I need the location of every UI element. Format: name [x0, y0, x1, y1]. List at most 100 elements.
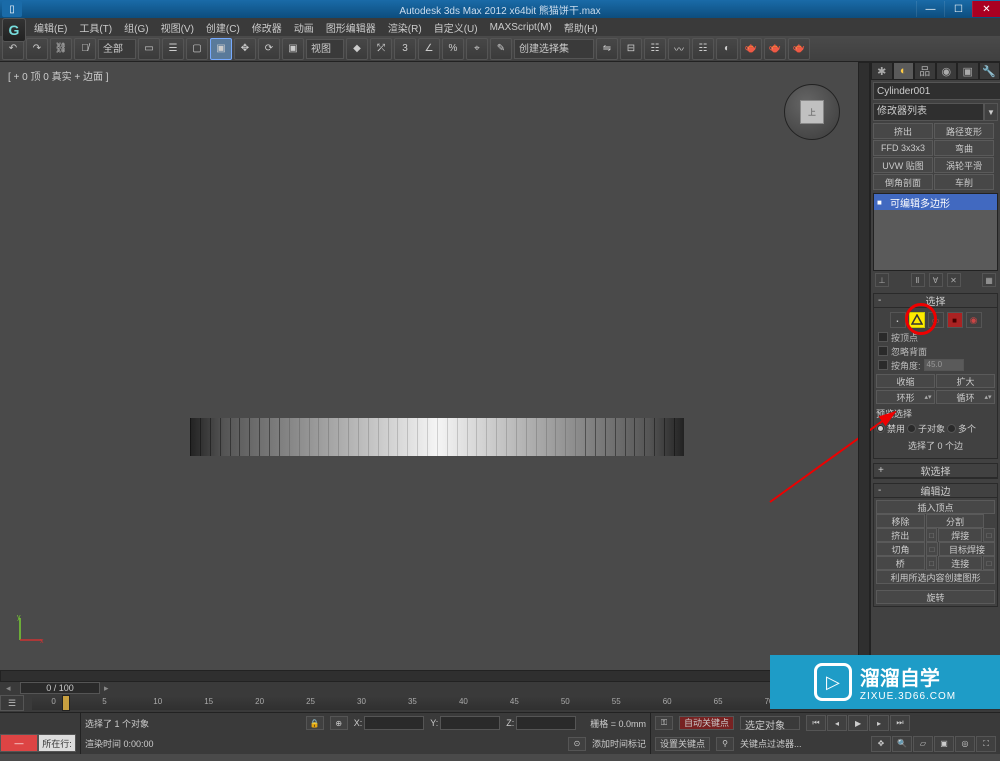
close-button[interactable]: ✕ — [972, 1, 1000, 17]
menu-create[interactable]: 创建(C) — [202, 20, 244, 35]
modify-tab[interactable]: ◐ — [893, 62, 915, 80]
chamfer-button[interactable]: 切角 — [876, 542, 925, 556]
configure-sets-button[interactable]: ▦ — [982, 273, 996, 287]
time-tags-button[interactable]: ⊙ — [568, 737, 586, 751]
connect-button[interactable]: 连接 — [938, 556, 982, 570]
polygon-mode-button[interactable] — [947, 312, 963, 328]
render-button[interactable]: 🫖 — [788, 38, 810, 60]
render-setup-button[interactable]: 🫖 — [740, 38, 762, 60]
remove-button[interactable]: 移除 — [876, 514, 925, 528]
rotate-button[interactable]: ⟳ — [258, 38, 280, 60]
nav-orbit-button[interactable]: ◎ — [955, 736, 975, 752]
goto-end-button[interactable]: ⏭ — [890, 715, 910, 731]
modifier-list-dropdown[interactable]: 修改器列表 ▼ — [873, 103, 998, 121]
bridge-button[interactable]: 桥 — [876, 556, 925, 570]
viewcube[interactable]: 上 — [784, 84, 840, 140]
viewcube-face[interactable]: 上 — [800, 100, 824, 124]
nav-pan-button[interactable]: ✥ — [871, 736, 891, 752]
next-frame-button[interactable]: ▸ — [869, 715, 889, 731]
schematic-button[interactable]: ☷ — [692, 38, 714, 60]
preview-off-radio[interactable] — [876, 424, 885, 433]
goto-start-button[interactable]: ⏮ — [806, 715, 826, 731]
move-button[interactable]: ✥ — [234, 38, 256, 60]
edit-edges-header[interactable]: 编辑边 — [874, 484, 997, 498]
edge-mode-button[interactable] — [909, 312, 925, 328]
weld-button[interactable]: 焊接 — [938, 528, 982, 542]
menu-animation[interactable]: 动画 — [290, 20, 318, 35]
redo-button[interactable]: ↷ — [26, 38, 48, 60]
create-tab[interactable]: ✱ — [871, 62, 893, 80]
vertex-mode-button[interactable] — [890, 312, 906, 328]
named-selset[interactable]: 创建选择集 — [514, 39, 594, 59]
quick-ffd[interactable]: FFD 3x3x3 — [873, 140, 933, 156]
angle-spinner[interactable]: 45.0 — [924, 359, 964, 371]
time-slider[interactable]: 0 / 100 — [20, 682, 100, 694]
app-logo[interactable]: G — [2, 18, 26, 42]
menu-views[interactable]: 视图(V) — [157, 20, 198, 35]
menu-edit[interactable]: 编辑(E) — [30, 20, 71, 35]
quick-lathe[interactable]: 车削 — [934, 174, 994, 190]
percent-snap-button[interactable]: % — [442, 38, 464, 60]
target-weld-button[interactable]: 目标焊接 — [939, 542, 995, 556]
extrude-button[interactable]: 挤出 — [876, 528, 925, 542]
align-button[interactable]: ⊟ — [620, 38, 642, 60]
modifier-stack[interactable]: 可编辑多边形 — [873, 193, 998, 271]
extrude-settings-button[interactable]: □ — [926, 528, 938, 542]
motion-tab[interactable]: ◉ — [936, 62, 958, 80]
by-vertex-checkbox[interactable] — [878, 332, 888, 342]
object-name-input[interactable] — [873, 82, 1000, 100]
preview-multi-radio[interactable] — [947, 424, 956, 433]
menu-group[interactable]: 组(G) — [120, 20, 152, 35]
nav-maximize-button[interactable]: ⛶ — [976, 736, 996, 752]
spinner-snap-button[interactable]: ⌖ — [466, 38, 488, 60]
menu-render[interactable]: 渲染(R) — [384, 20, 426, 35]
add-time-tag[interactable]: 添加时间标记 — [592, 737, 646, 750]
show-endresult-button[interactable]: Ⅱ — [911, 273, 925, 287]
by-angle-checkbox[interactable] — [878, 360, 888, 370]
ring-button[interactable]: 环形▴▾ — [876, 390, 935, 404]
preview-subobj-radio[interactable] — [907, 424, 916, 433]
window-crossing-button[interactable]: ▣ — [210, 38, 232, 60]
split-button[interactable]: 分割 — [926, 514, 984, 528]
display-tab[interactable]: ▣ — [957, 62, 979, 80]
selection-filter[interactable]: 全部 — [98, 39, 136, 59]
rotate-edge-button[interactable]: 旋转 — [876, 590, 995, 604]
grow-button[interactable]: 扩大 — [936, 374, 995, 388]
utilities-tab[interactable]: 🔧 — [979, 62, 1000, 80]
nav-zoom-ext-button[interactable]: ▣ — [934, 736, 954, 752]
menu-modifiers[interactable]: 修改器 — [248, 20, 286, 35]
connect-settings-button[interactable]: □ — [983, 556, 995, 570]
menu-grapheditors[interactable]: 图形编辑器 — [322, 20, 380, 35]
script-line-tag[interactable]: 所在行: — [38, 734, 76, 752]
loop-button[interactable]: 循环▴▾ — [936, 390, 995, 404]
autokey-button[interactable]: 自动关键点 — [679, 716, 734, 730]
timeline-playhead[interactable] — [62, 695, 70, 711]
prev-frame-button[interactable]: ◂ — [827, 715, 847, 731]
selection-rollout-header[interactable]: 选择 — [874, 294, 997, 308]
quick-turbosmooth[interactable]: 涡轮平滑 — [934, 157, 994, 173]
ignore-backfacing-checkbox[interactable] — [878, 346, 888, 356]
maximize-button[interactable]: ☐ — [944, 1, 972, 17]
vertical-scrollbar[interactable] — [858, 62, 870, 670]
link-button[interactable]: ⛓ — [50, 38, 72, 60]
hierarchy-tab[interactable]: 品 — [914, 62, 936, 80]
rect-select-button[interactable]: ▢ — [186, 38, 208, 60]
nav-fov-button[interactable]: ▱ — [913, 736, 933, 752]
render-frame-button[interactable]: 🫖 — [764, 38, 786, 60]
menu-maxscript[interactable]: MAXScript(M) — [486, 22, 556, 33]
viewport[interactable]: [ + 0 顶 0 真实 + 边面 ] 上 y x — [0, 62, 870, 682]
scale-button[interactable]: ▣ — [282, 38, 304, 60]
quick-chamferprofile[interactable]: 倒角剖面 — [873, 174, 933, 190]
manipulate-button[interactable]: ⤱ — [370, 38, 392, 60]
quick-pathdeform[interactable]: 路径变形 — [934, 123, 994, 139]
menu-tools[interactable]: 工具(T) — [75, 20, 116, 35]
setkey-button[interactable]: 设置关键点 — [655, 737, 710, 751]
bridge-settings-button[interactable]: □ — [926, 556, 938, 570]
mirror-button[interactable]: ⇋ — [596, 38, 618, 60]
border-mode-button[interactable] — [928, 312, 944, 328]
angle-snap-button[interactable]: ∠ — [418, 38, 440, 60]
select-button[interactable]: ▭ — [138, 38, 160, 60]
cylinder-object[interactable] — [190, 418, 684, 456]
horizontal-scrollbar[interactable] — [0, 670, 855, 682]
weld-settings-button[interactable]: □ — [983, 528, 995, 542]
